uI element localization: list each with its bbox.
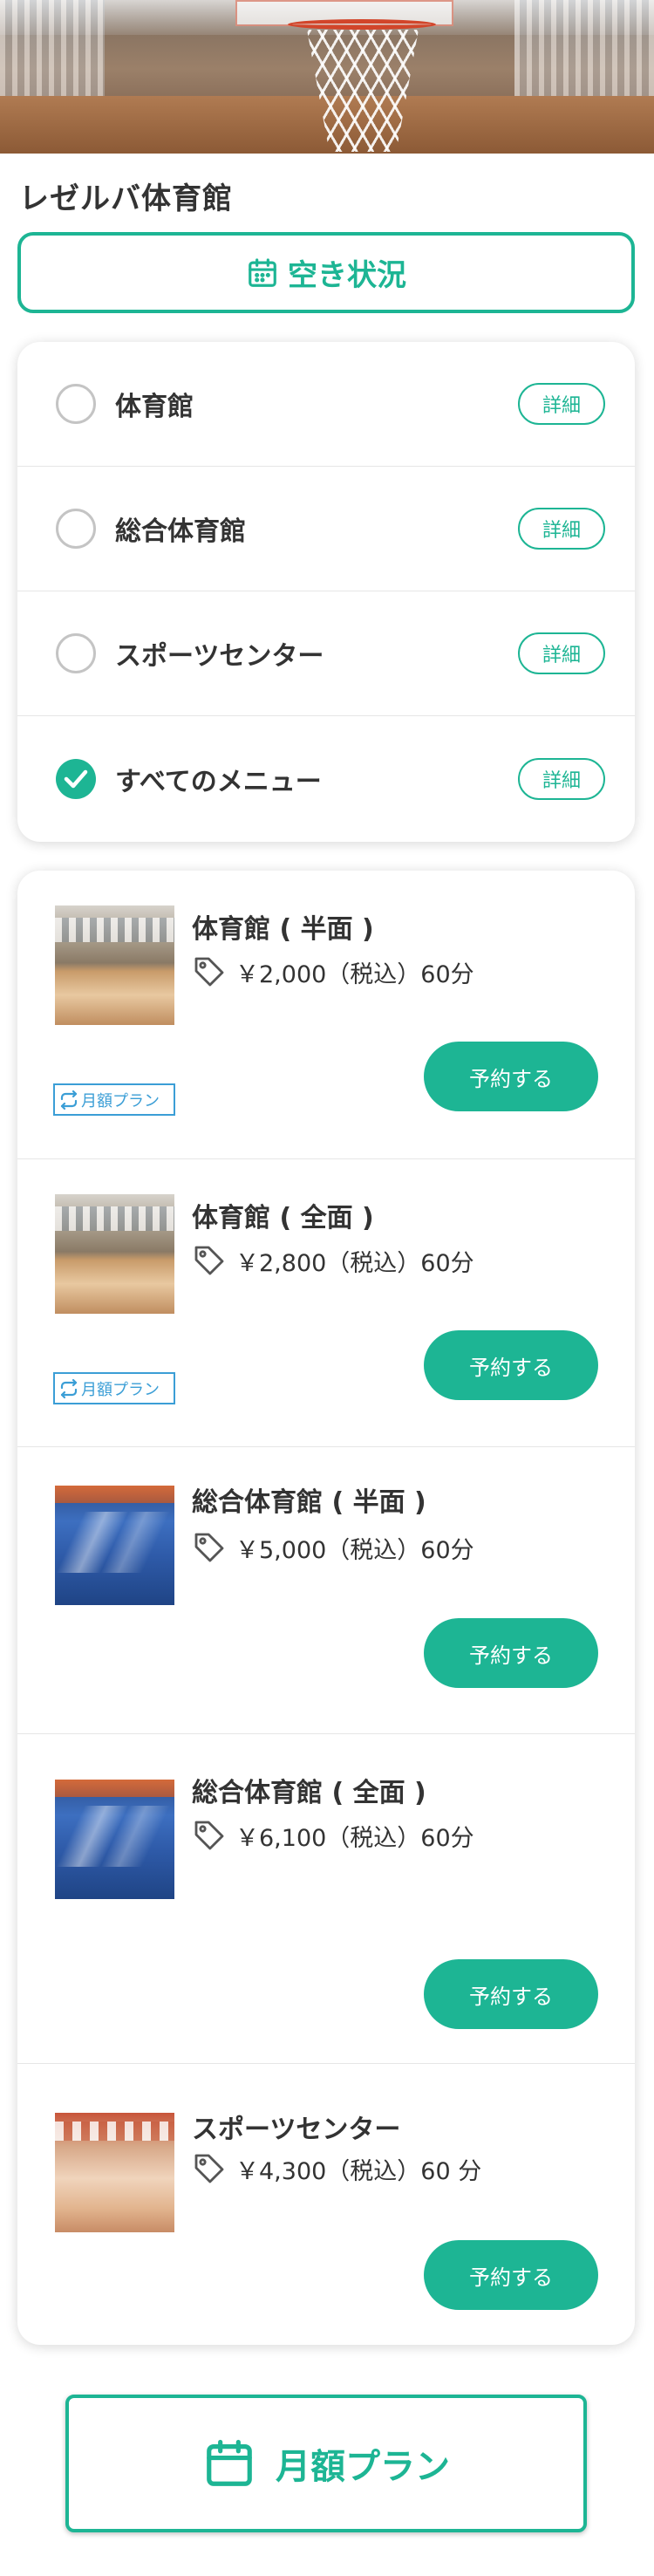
menu-title: 総合体育館 ( 半面 ): [192, 1487, 426, 1518]
detail-button[interactable]: 詳細: [518, 632, 605, 674]
price-text: ￥5,000（税込）60分: [235, 1536, 474, 1564]
monthly-plan-badge: 月額プラン: [53, 1372, 175, 1404]
filter-option-general-gym[interactable]: 総合体育館 詳細: [17, 467, 635, 591]
filter-option-gym[interactable]: 体育館 詳細: [17, 342, 635, 467]
monthly-plan-badge-label: 月額プラン: [81, 1380, 160, 1399]
reserve-button[interactable]: 予約する: [424, 1330, 598, 1400]
detail-button[interactable]: 詳細: [518, 508, 605, 550]
repeat-icon: [60, 1090, 78, 1110]
filter-label: スポーツセンター: [115, 641, 324, 672]
filter-label: すべてのメニュー: [115, 766, 322, 797]
price-text: ￥4,300（税込）60 分: [235, 2157, 482, 2185]
menu-title: 体育館 ( 全面 ): [192, 1203, 374, 1233]
reserve-button[interactable]: 予約する: [424, 2240, 598, 2310]
price-text: ￥2,800（税込）60分: [235, 1249, 474, 1277]
price-tag-icon: [194, 1246, 224, 1275]
detail-button[interactable]: 詳細: [518, 383, 605, 425]
availability-label: 空き状況: [288, 258, 406, 293]
reserve-button[interactable]: 予約する: [424, 1618, 598, 1688]
radio-unchecked-icon[interactable]: [56, 509, 96, 549]
wood-gym-photo: [55, 905, 174, 1025]
radio-unchecked-icon[interactable]: [56, 633, 96, 673]
menu-item-general-gym-full: 総合体育館 ( 全面 ) ￥6,100（税込）60分 予約する: [17, 1734, 635, 2064]
orange-hall-photo: [55, 2113, 174, 2232]
filter-option-all-menus[interactable]: すべてのメニュー 詳細: [17, 716, 635, 841]
price-text: ￥6,100（税込）60分: [235, 1824, 474, 1852]
price-row: ￥4,300（税込）60 分: [192, 2151, 481, 2186]
price-tag-icon: [194, 1533, 224, 1562]
price-tag-icon: [194, 2154, 224, 2183]
reserve-button[interactable]: 予約する: [424, 1959, 598, 2029]
menu-item-gym-full: 体育館 ( 全面 ) ￥2,800（税込）60分 予約する 月額プラン: [17, 1159, 635, 1447]
hero-hoop-rim: [288, 19, 436, 30]
reserve-button[interactable]: 予約する: [424, 1042, 598, 1111]
price-row: ￥5,000（税込）60分: [192, 1530, 474, 1565]
hero-image: [0, 0, 654, 154]
menu-title: スポーツセンター: [192, 2115, 401, 2145]
monthly-plan-label: 月額プラン: [276, 2447, 450, 2487]
repeat-icon: [60, 1378, 78, 1398]
menu-list: 体育館 ( 半面 ) ￥2,000（税込）60分 予約する 月額プラン 体育館 …: [17, 871, 635, 2345]
menu-item-gym-half: 体育館 ( 半面 ) ￥2,000（税込）60分 予約する 月額プラン: [17, 871, 635, 1159]
monthly-plan-badge: 月額プラン: [53, 1083, 175, 1116]
venue-title: レゼルバ体育館: [19, 181, 233, 216]
menu-item-general-gym-half: 総合体育館 ( 半面 ) ￥5,000（税込）60分 予約する: [17, 1447, 635, 1734]
blue-court-photo: [55, 1780, 174, 1899]
price-row: ￥2,800（税込）60分: [192, 1243, 474, 1278]
detail-button[interactable]: 詳細: [518, 757, 605, 800]
menu-item-sports-center: スポーツセンター ￥4,300（税込）60 分 予約する: [17, 2064, 635, 2345]
filter-label: 総合体育館: [115, 516, 246, 547]
radio-unchecked-icon[interactable]: [56, 384, 96, 424]
monthly-plan-button[interactable]: 月額プラン: [65, 2395, 587, 2532]
blue-court-photo: [55, 1486, 174, 1605]
checkmark-icon: [64, 769, 88, 788]
monthly-plan-badge-label: 月額プラン: [81, 1091, 160, 1110]
menu-title: 総合体育館 ( 全面 ): [192, 1778, 426, 1808]
wood-gym-photo: [55, 1194, 174, 1314]
radio-checked-icon[interactable]: [56, 758, 96, 799]
filter-option-sports-center[interactable]: スポーツセンター 詳細: [17, 591, 635, 716]
calendar-icon: [207, 2439, 252, 2486]
filter-label: 体育館: [115, 392, 194, 422]
price-row: ￥6,100（税込）60分: [192, 1818, 474, 1853]
availability-button[interactable]: 空き状況: [17, 232, 635, 313]
menu-title: 体育館 ( 半面 ): [192, 914, 374, 945]
price-text: ￥2,000（税込）60分: [235, 960, 474, 988]
price-tag-icon: [194, 957, 224, 987]
price-row: ￥2,000（税込）60分: [192, 954, 474, 989]
price-tag-icon: [194, 1821, 224, 1850]
calendar-icon: [249, 257, 276, 287]
menu-filter-list: 体育館 詳細 総合体育館 詳細 スポーツセンター 詳細 すべてのメニュー 詳細: [17, 342, 635, 842]
